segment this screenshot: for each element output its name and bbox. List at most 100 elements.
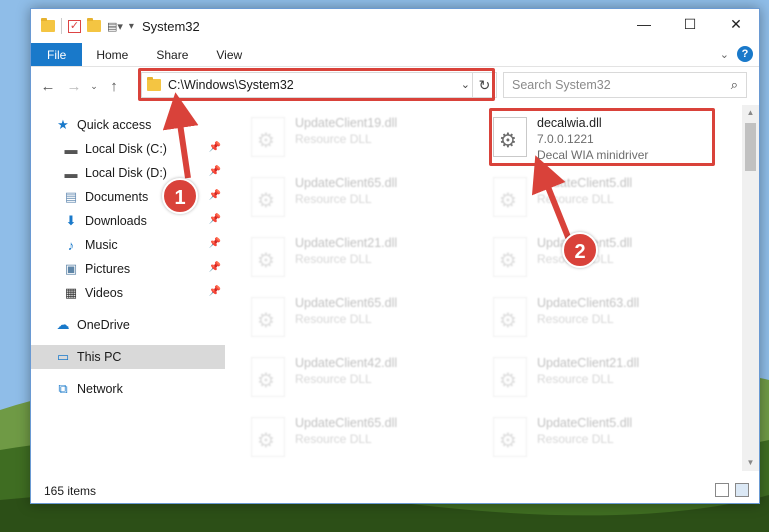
sidebar-item-quick-access[interactable]: ★ Quick access	[31, 113, 225, 137]
pin-icon[interactable]: 📌	[209, 286, 221, 297]
file-item[interactable]: ⚙ UpdateClient5.dllResource DLL	[493, 235, 723, 287]
sidebar-item-local-disk-c[interactable]: ▬ Local Disk (C:) 📌	[31, 137, 225, 161]
large-icons-view-icon[interactable]	[735, 483, 749, 497]
details-view-icon[interactable]	[715, 483, 729, 497]
file-item[interactable]: ⚙ UpdateClient19.dll Resource DLL	[251, 115, 481, 167]
dll-file-icon: ⚙	[493, 177, 527, 217]
maximize-button[interactable]: ☐	[667, 9, 713, 39]
window-title: System32	[141, 18, 200, 34]
vertical-scrollbar[interactable]: ▲ ▼	[742, 105, 759, 471]
file-item[interactable]: ⚙ UpdateClient21.dll Resource DLL	[251, 235, 481, 287]
file-item[interactable]: ⚙ UpdateClient5.dll Resource DLL	[493, 175, 723, 227]
file-item[interactable]: ⚙ UpdateClient65.dll Resource DLL	[251, 415, 481, 467]
dll-file-icon: ⚙	[251, 117, 285, 157]
file-item[interactable]: ⚙ UpdateClient5.dllResource DLL	[493, 415, 723, 467]
tab-file[interactable]: File	[31, 43, 83, 66]
chevron-down-icon[interactable]: ▾	[129, 21, 134, 32]
sidebar-item-label: Quick access	[77, 118, 152, 132]
file-name: UpdateClient21.dll	[537, 356, 640, 370]
file-highlight-box	[489, 108, 715, 166]
downloads-icon: ⬇	[65, 213, 77, 228]
close-button[interactable]: ✕	[713, 9, 759, 39]
sidebar-item-label: Pictures	[85, 262, 131, 276]
file-description: Resource DLL	[537, 192, 614, 206]
navigation-pane: ★ Quick access ▬ Local Disk (C:) 📌 ▬ Loc…	[31, 105, 225, 471]
dll-file-icon: ⚙	[493, 417, 527, 457]
folder-icon[interactable]	[41, 18, 55, 32]
help-icon[interactable]: ?	[737, 46, 753, 62]
file-item[interactable]: ⚙ UpdateClient42.dll Resource DLL	[251, 355, 481, 407]
address-highlight-box	[138, 68, 495, 101]
sidebar-item-downloads[interactable]: ⬇ Downloads 📌	[31, 209, 225, 233]
sidebar-item-label: Downloads	[85, 214, 147, 228]
item-count: 165 items	[44, 484, 97, 498]
file-description: Resource DLL	[295, 252, 372, 266]
customize-qat-icon[interactable]: ▤▾	[107, 20, 123, 33]
file-item[interactable]: ⚙ UpdateClient65.dll Resource DLL	[251, 175, 481, 227]
properties-icon[interactable]: ✓	[68, 19, 81, 33]
pin-icon[interactable]: 📌	[209, 142, 221, 153]
file-item[interactable]: ⚙ UpdateClient21.dll Resource DLL	[493, 355, 723, 407]
pin-icon[interactable]: 📌	[209, 262, 221, 273]
pictures-icon: ▣	[64, 261, 78, 276]
sidebar-item-music[interactable]: ♪ Music 📌	[31, 233, 225, 257]
sidebar-item-videos[interactable]: ▦ Videos 📌	[31, 281, 225, 305]
callout-2: 2	[562, 232, 598, 268]
scroll-down-icon[interactable]: ▼	[742, 455, 759, 471]
sidebar-item-local-disk-d[interactable]: ▬ Local Disk (D:) 📌	[31, 161, 225, 185]
scroll-up-icon[interactable]: ▲	[742, 105, 759, 121]
file-name: UpdateClient5.dll	[537, 416, 633, 430]
file-explorer-window: ✓ ▤▾ ▾ System32 — ☐ ✕ File Home Share Vi…	[30, 8, 760, 504]
search-icon[interactable]: ⌕	[731, 77, 738, 93]
tab-share[interactable]: Share	[142, 43, 202, 66]
tab-home[interactable]: Home	[82, 43, 142, 66]
sidebar-item-label: This PC	[77, 350, 122, 364]
sidebar-item-label: Network	[77, 382, 123, 396]
status-bar: 165 items	[31, 479, 759, 503]
sidebar-item-pictures[interactable]: ▣ Pictures 📌	[31, 257, 225, 281]
dll-file-icon: ⚙	[493, 297, 527, 337]
dll-file-icon: ⚙	[251, 237, 285, 277]
pin-icon[interactable]: 📌	[209, 166, 221, 177]
pin-icon[interactable]: 📌	[209, 214, 221, 225]
file-item[interactable]: ⚙ UpdateClient63.dll Resource DLL	[493, 295, 723, 347]
view-toggles	[715, 483, 749, 497]
file-name: UpdateClient19.dll	[295, 116, 398, 130]
recent-locations-icon[interactable]: ⌄	[87, 81, 101, 92]
sidebar-item-this-pc[interactable]: ▭ This PC	[31, 345, 225, 369]
file-item[interactable]: ⚙ UpdateClient65.dll Resource DLL	[251, 295, 481, 347]
navigation-row: ← → ⌄ ↑ C:\Windows\System32 ⌄ ↻ Search S…	[31, 67, 759, 105]
expand-ribbon-icon[interactable]: ⌄	[720, 48, 729, 61]
dll-file-icon: ⚙	[251, 417, 285, 457]
file-name: UpdateClient5.dll	[537, 176, 633, 190]
file-description: Resource DLL	[295, 192, 372, 206]
file-name: UpdateClient42.dll	[295, 356, 398, 370]
tab-view[interactable]: View	[202, 43, 256, 66]
ribbon-controls: ⌄ ?	[720, 46, 753, 62]
scroll-thumb[interactable]	[745, 123, 756, 171]
sidebar-item-onedrive[interactable]: ☁ OneDrive	[31, 313, 225, 337]
pc-icon: ▭	[56, 349, 70, 364]
back-button[interactable]: ←	[35, 78, 61, 95]
file-description: Resource DLL	[295, 432, 372, 446]
new-folder-icon[interactable]	[87, 18, 101, 32]
file-name: UpdateClient65.dll	[295, 296, 398, 310]
pin-icon[interactable]: 📌	[209, 190, 221, 201]
network-icon: ⧉	[58, 381, 68, 396]
pin-icon[interactable]: 📌	[209, 238, 221, 249]
search-input[interactable]: Search System32 ⌕	[503, 72, 747, 98]
sidebar-item-label: Local Disk (C:)	[85, 142, 167, 156]
up-button[interactable]: ↑	[101, 78, 127, 95]
dll-file-icon: ⚙	[493, 357, 527, 397]
file-name: UpdateClient65.dll	[295, 176, 398, 190]
forward-button[interactable]: →	[61, 78, 87, 95]
drive-icon: ▬	[64, 141, 78, 157]
quick-access-toolbar: ✓ ▤▾ ▾	[31, 18, 134, 34]
file-description: Resource DLL	[537, 312, 614, 326]
ribbon-tabs: File Home Share View ⌄ ?	[31, 43, 759, 67]
sidebar-item-network[interactable]: ⧉ Network	[31, 377, 225, 401]
dll-file-icon: ⚙	[251, 297, 285, 337]
sidebar-item-label: Music	[85, 238, 118, 252]
minimize-button[interactable]: —	[621, 9, 667, 39]
documents-icon: ▤	[64, 189, 78, 204]
